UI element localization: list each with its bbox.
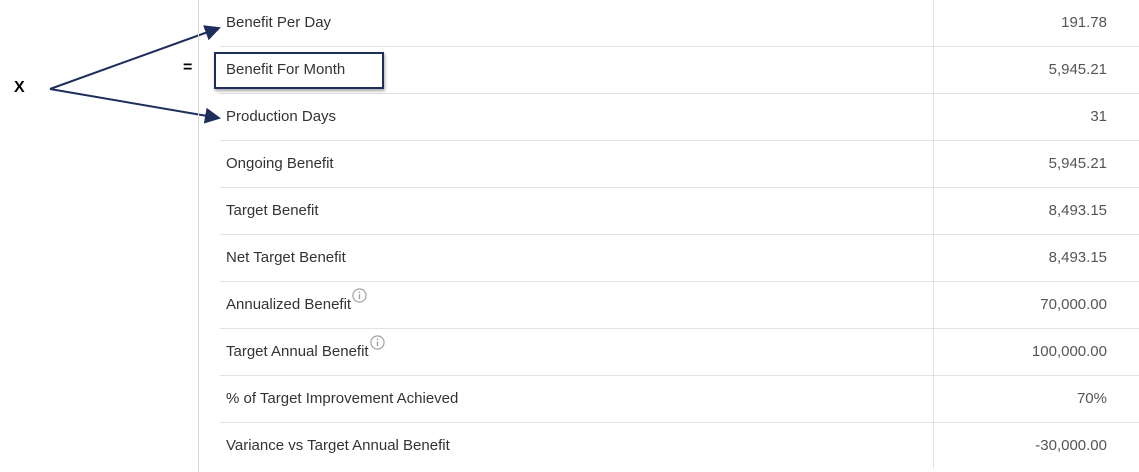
value-cell: -30,000.00: [933, 423, 1139, 469]
row-value: 191.78: [1061, 14, 1107, 31]
table-row: Net Target Benefit 8,493.15: [220, 235, 1139, 282]
row-label: Benefit Per Day: [226, 14, 332, 31]
row-value: 8,493.15: [1048, 202, 1107, 219]
row-label-with-info: Annualized Benefit: [226, 282, 367, 328]
value-cell: 5,945.21: [933, 47, 1139, 93]
value-cell: 5,945.21: [933, 141, 1139, 187]
value-cell: 31: [933, 94, 1139, 140]
row-label: Ongoing Benefit: [226, 155, 334, 172]
arrow-to-production-days: [49, 88, 221, 124]
row-label: Variance vs Target Annual Benefit: [226, 437, 450, 454]
table-row: Production Days 31: [220, 94, 1139, 141]
row-value: 5,945.21: [1048, 61, 1107, 78]
table-row: Benefit For Month 5,945.21: [220, 47, 1139, 94]
equals-annotation: =: [183, 59, 193, 76]
row-label: Production Days: [226, 108, 337, 125]
row-value: 31: [1090, 108, 1107, 125]
row-value: 70,000.00: [1040, 296, 1107, 313]
row-label: Target Benefit: [226, 202, 319, 219]
value-cell: 70%: [933, 376, 1139, 422]
info-icon[interactable]: [352, 287, 367, 303]
row-value: 100,000.00: [1031, 343, 1107, 360]
row-label: Benefit For Month: [226, 61, 346, 78]
table-row: Target Annual Benefit 100,000.00: [220, 329, 1139, 376]
arrow-to-benefit-per-day: [49, 25, 221, 90]
row-label-with-info: Target Annual Benefit: [226, 329, 385, 375]
table-row: % of Target Improvement Achieved 70%: [220, 376, 1139, 423]
row-label: % of Target Improvement Achieved: [226, 390, 459, 407]
benefit-summary-table: Benefit Per Day 191.78 Benefit For Month…: [220, 0, 1139, 470]
table-row: Annualized Benefit 70,000.00: [220, 282, 1139, 329]
info-icon[interactable]: [369, 334, 385, 350]
left-panel-divider: [198, 0, 199, 472]
row-value: 70%: [1076, 390, 1107, 407]
value-cell: 8,493.15: [933, 235, 1139, 281]
value-cell: 100,000.00: [933, 329, 1139, 375]
table-row: Target Benefit 8,493.15: [220, 188, 1139, 235]
table-row: Ongoing Benefit 5,945.21: [220, 141, 1139, 188]
row-label-text: Target Annual Benefit: [226, 343, 369, 360]
value-cell: 8,493.15: [933, 188, 1139, 234]
multiply-annotation: X: [14, 79, 25, 96]
row-value: 8,493.15: [1048, 249, 1107, 266]
row-label-text: Annualized Benefit: [226, 296, 352, 313]
table-row: Benefit Per Day 191.78: [220, 0, 1139, 47]
row-value: -30,000.00: [1035, 437, 1107, 454]
value-cell: 70,000.00: [933, 282, 1139, 328]
row-value: 5,945.21: [1048, 155, 1107, 172]
table-row: Variance vs Target Annual Benefit -30,00…: [220, 423, 1139, 470]
row-label: Net Target Benefit: [226, 249, 346, 266]
value-cell: 191.78: [933, 0, 1139, 46]
